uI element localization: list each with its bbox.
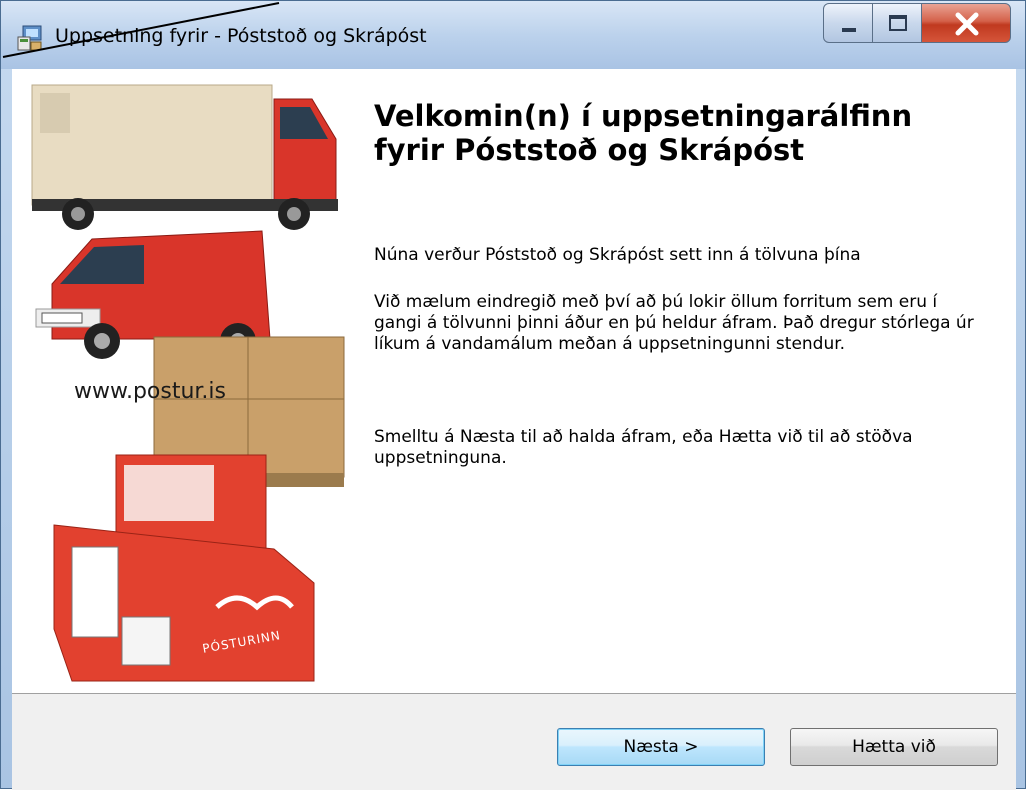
welcome-heading-line2: fyrir Póststoð og Skrápóst — [374, 133, 805, 167]
welcome-heading-line1: Velkomin(n) í uppsetningarálfinn — [374, 99, 913, 133]
maximize-button[interactable] — [872, 3, 922, 43]
welcome-panel: Velkomin(n) í uppsetningarálfinn fyrir P… — [374, 99, 994, 468]
wizard-content: www.postur.is PÓSTURINN Velkomin(n) í up… — [12, 69, 1016, 790]
wizard-footer: Næsta > Hætta við — [12, 693, 1016, 790]
maximize-icon — [889, 15, 907, 31]
window-title: Uppsetning fyrir - Póststoð og Skrápóst — [55, 25, 427, 47]
installer-window: Uppsetning fyrir - Póststoð og Skrápóst — [0, 0, 1026, 790]
next-button[interactable]: Næsta > — [557, 728, 765, 766]
close-programs-advice: Við mælum eindregið með því að þú lokir … — [374, 292, 974, 354]
close-button[interactable] — [921, 3, 1011, 43]
website-url: www.postur.is — [74, 379, 227, 404]
minimize-icon — [842, 28, 856, 32]
installer-app-icon — [17, 25, 42, 51]
close-icon — [955, 12, 979, 36]
navigation-instructions: Smelltu á Næsta til að halda áfram, eða … — [374, 427, 913, 468]
minimize-button[interactable] — [823, 3, 873, 43]
welcome-heading: Velkomin(n) í uppsetningarálfinn fyrir P… — [374, 99, 994, 167]
install-intro-text: Núna verður Póststoð og Skrápóst sett in… — [374, 245, 861, 265]
title-bar[interactable]: Uppsetning fyrir - Póststoð og Skrápóst — [1, 1, 1025, 69]
cancel-button[interactable]: Hætta við — [790, 728, 998, 766]
sidebar-banner-image: www.postur.is PÓSTURINN — [12, 69, 348, 692]
